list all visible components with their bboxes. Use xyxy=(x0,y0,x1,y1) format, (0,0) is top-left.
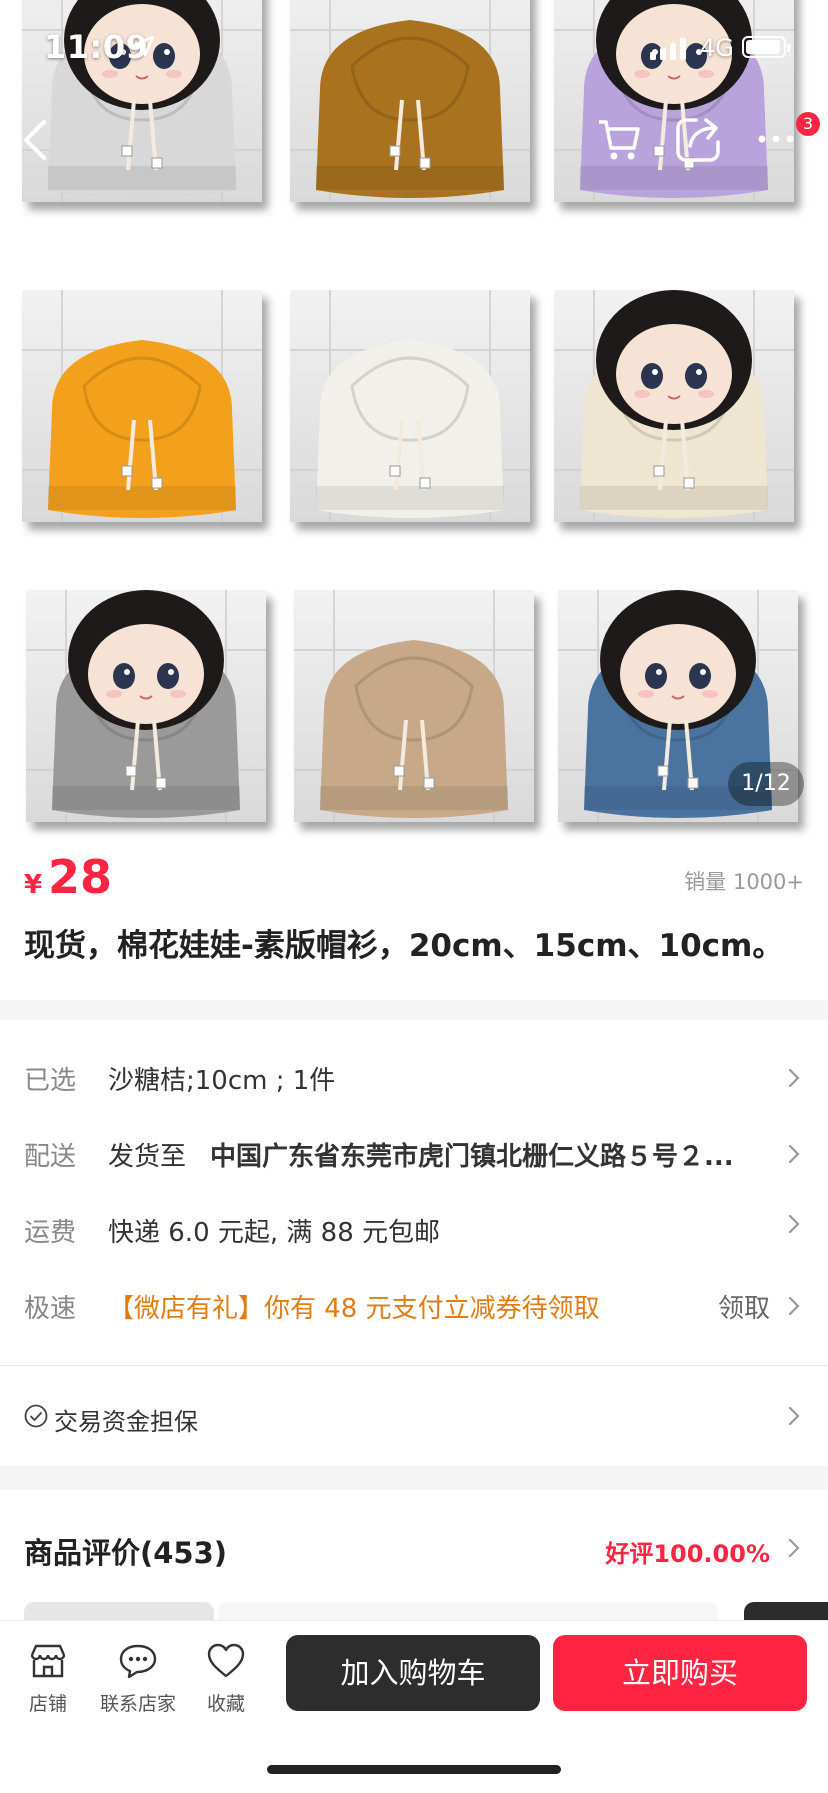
favorite-label: 收藏 xyxy=(206,1693,245,1715)
price-value: 28 xyxy=(48,850,113,904)
guarantee-row[interactable]: 交易资金担保 xyxy=(0,1366,828,1466)
section-gap xyxy=(0,1000,828,1020)
sales-count: 销量 1000+ xyxy=(684,870,804,894)
check-circle-icon xyxy=(24,1404,48,1428)
product-photo[interactable] xyxy=(22,290,262,522)
share-icon[interactable] xyxy=(674,114,724,164)
chevron-right-icon xyxy=(788,1296,800,1316)
delivery-prefix: 发货至 xyxy=(108,1142,187,1172)
shop-button[interactable]: 店铺 xyxy=(8,1643,88,1716)
cart-icon[interactable] xyxy=(596,116,642,162)
claim-coupon-link[interactable]: 领取 xyxy=(718,1288,770,1325)
reviews-title: 商品评价(453) xyxy=(24,1536,228,1570)
selected-value: 沙糖桔;10cm ; 1件 xyxy=(108,1066,336,1096)
store-icon xyxy=(30,1644,66,1678)
product-photo[interactable] xyxy=(294,590,534,822)
product-photo[interactable] xyxy=(290,290,530,522)
chevron-right-icon xyxy=(788,1144,800,1164)
selected-spec-row[interactable]: 已选 沙糖桔;10cm ; 1件 xyxy=(0,1040,828,1116)
shop-label: 店铺 xyxy=(28,1693,67,1715)
coupon-text: 【微店有礼】你有 48 元支付立减券待领取 xyxy=(108,1294,600,1324)
signal-icon xyxy=(650,38,686,60)
shipping-value: 快递 6.0 元起, 满 88 元包邮 xyxy=(108,1218,441,1248)
bottom-action-bar: 店铺 联系店家 收藏 加入购物车 立即购买 xyxy=(0,1620,828,1793)
product-image-gallery[interactable]: 11:09 4G 3 1/12 xyxy=(0,0,828,840)
selected-label: 已选 xyxy=(24,1066,77,1096)
chat-bubble-icon xyxy=(119,1644,157,1679)
currency-symbol: ¥ xyxy=(24,870,43,900)
section-gap xyxy=(0,1466,828,1490)
back-arrow-icon[interactable] xyxy=(20,118,50,162)
favorite-button[interactable]: 收藏 xyxy=(186,1643,266,1716)
product-photo[interactable] xyxy=(26,590,266,822)
buy-now-button[interactable]: 立即购买 xyxy=(553,1635,807,1711)
home-indicator xyxy=(267,1765,561,1774)
guarantee-text: 交易资金担保 xyxy=(54,1408,198,1436)
contact-label: 联系店家 xyxy=(99,1693,176,1715)
heart-icon xyxy=(207,1643,245,1678)
product-photo[interactable] xyxy=(554,290,794,522)
more-options-icon[interactable] xyxy=(758,134,794,144)
delivery-label: 配送 xyxy=(24,1142,77,1172)
price-row: ¥ 28 销量 1000+ xyxy=(0,840,828,920)
image-counter: 1/12 xyxy=(728,762,804,806)
delivery-row[interactable]: 配送 发货至 中国广东省东莞市虎门镇北栅仁义路５号２... xyxy=(0,1116,828,1192)
network-type: 4G xyxy=(700,34,734,62)
chevron-right-icon xyxy=(788,1406,800,1426)
coupon-row[interactable]: 极速 【微店有礼】你有 48 元支付立减券待领取 领取 xyxy=(0,1268,828,1344)
cart-badge: 3 xyxy=(796,112,820,136)
battery-icon xyxy=(742,36,790,58)
chevron-right-icon xyxy=(788,1214,800,1234)
chevron-right-icon xyxy=(788,1538,800,1558)
chevron-right-icon xyxy=(788,1068,800,1088)
speed-label: 极速 xyxy=(24,1294,77,1324)
location-arrow-icon xyxy=(133,35,155,57)
status-bar: 11:09 4G xyxy=(0,0,828,100)
reviews-header[interactable]: 商品评价(453) 好评100.00% xyxy=(0,1490,828,1610)
shipping-row[interactable]: 运费 快递 6.0 元起, 满 88 元包邮 xyxy=(0,1192,828,1268)
good-rate-link[interactable]: 好评100.00% xyxy=(605,1534,770,1569)
add-to-cart-button[interactable]: 加入购物车 xyxy=(286,1635,540,1711)
product-title: 现货，棉花娃娃-素版帽衫，20cm、15cm、10cm。 xyxy=(24,928,784,964)
contact-seller-button[interactable]: 联系店家 xyxy=(98,1643,178,1716)
shipping-label: 运费 xyxy=(24,1218,77,1248)
delivery-address: 中国广东省东莞市虎门镇北栅仁义路５号２... xyxy=(210,1142,734,1172)
